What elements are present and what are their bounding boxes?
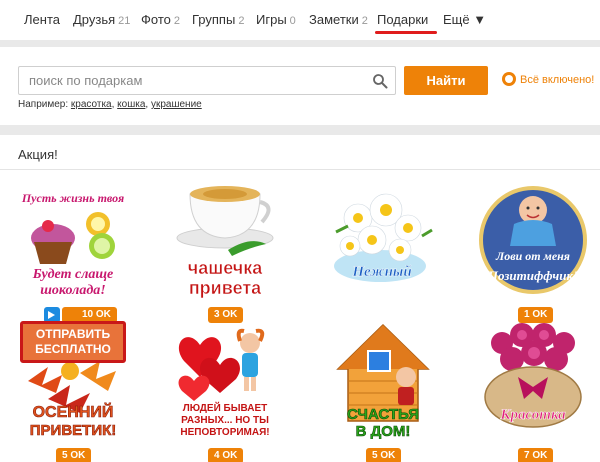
svg-text:Красотка: Красотка — [499, 407, 566, 423]
example-link[interactable]: украшение — [151, 99, 202, 110]
daisies-icon: Нежный — [334, 193, 433, 282]
svg-text:ПРИВЕТИК!: ПРИВЕТИК! — [30, 422, 117, 439]
nav-count: 2 — [173, 15, 180, 27]
example-link[interactable]: кошка — [117, 99, 145, 110]
gift-card[interactable]: Красотка 7 OK — [478, 321, 588, 462]
nav-item-feed[interactable]: Лента — [24, 12, 60, 27]
active-tab-underline — [375, 31, 437, 34]
nav-count: 21 — [118, 15, 131, 27]
price-badge: 7 OK — [518, 448, 554, 462]
gift-card[interactable]: ЛЮДЕЙ БЫВАЕТ РАЗНЫХ... НО ТЫ НЕПОВТОРИМА… — [170, 321, 280, 462]
svg-text:НЕПОВТОРИМАЯ!: НЕПОВТОРИМАЯ! — [180, 427, 269, 438]
house-icon: СЧАСТЬЯ В ДОМ! — [336, 323, 430, 439]
price-badge: 4 OK — [208, 448, 244, 462]
search-box — [18, 66, 396, 95]
svg-text:ОСЕННИЙ: ОСЕННИЙ — [33, 402, 114, 421]
price-badge: 5 OK — [366, 448, 402, 462]
nav-item-games[interactable]: Игры 0 — [256, 12, 296, 27]
baby-icon: Лови от меня Позитиффчик! — [479, 186, 587, 294]
example-link[interactable]: красотка — [71, 99, 112, 110]
top-navigation: Лента Друзья 21 Фото 2 Группы 2 Игры 0 Замет… — [0, 0, 600, 40]
svg-text:СЧАСТЬЯ: СЧАСТЬЯ — [347, 406, 419, 423]
svg-text:Лови от меня: Лови от меня — [495, 249, 570, 263]
search-examples: Например: красотка, кошка, украшение — [18, 99, 202, 110]
nav-item-more[interactable]: Ещё ▼ — [443, 12, 486, 27]
roses-icon: Красотка — [484, 323, 582, 428]
search-icon[interactable] — [372, 73, 388, 89]
gift-card[interactable]: чашечка привета 3 OK — [170, 180, 280, 323]
hearts-girl-icon: ЛЮДЕЙ БЫВАЕТ РАЗНЫХ... НО ТЫ НЕПОВТОРИМА… — [178, 328, 270, 438]
divider — [0, 169, 600, 170]
search-panel: Найти Всё включено! Например: красотка, … — [0, 47, 600, 125]
svg-text:шоколада!: шоколада! — [40, 283, 105, 298]
svg-text:В ДОМ!: В ДОМ! — [356, 423, 411, 439]
price-badge: 5 OK — [56, 448, 92, 462]
send-free-badge[interactable]: ОТПРАВИТЬ БЕСПЛАТНО — [20, 321, 126, 363]
gift-card[interactable]: СЧАСТЬЯ В ДОМ! 5 OK — [328, 321, 438, 462]
svg-text:Нежный: Нежный — [351, 264, 411, 280]
gifts-panel: Акция! Пусть жизнь твоя Будет слаще шоко… — [0, 135, 600, 462]
gift-caption-top: Пусть жизнь твоя — [21, 191, 124, 205]
nav-item-notes[interactable]: Заметки 2 — [309, 12, 368, 27]
nav-item-friends[interactable]: Друзья 21 — [73, 12, 130, 27]
svg-text:чашечка: чашечка — [188, 258, 263, 278]
nav-count: 2 — [361, 15, 368, 27]
nav-item-gifts[interactable]: Подарки — [377, 12, 428, 27]
all-included-link[interactable]: Всё включено! — [502, 72, 594, 86]
find-button[interactable]: Найти — [404, 66, 488, 95]
gift-card[interactable]: Лови от меня Позитиффчик! 1 OK — [478, 180, 588, 323]
section-title: Акция! — [18, 147, 58, 162]
svg-text:Будет слаще: Будет слаще — [32, 267, 114, 282]
cupcake-icon: Пусть жизнь твоя Будет слаще шоколада! — [21, 191, 124, 298]
tea-cup-icon: чашечка привета — [176, 186, 274, 298]
nav-count: 0 — [289, 15, 296, 27]
nav-item-groups[interactable]: Группы 2 — [192, 12, 244, 27]
svg-text:привета: привета — [189, 278, 262, 298]
search-input[interactable] — [19, 67, 364, 94]
nav-item-photos[interactable]: Фото 2 — [141, 12, 180, 27]
all-included-icon — [502, 72, 516, 86]
svg-text:Позитиффчик!: Позитиффчик! — [487, 268, 578, 283]
gift-card[interactable]: Пусть жизнь твоя Будет слаще шоколада! 1… — [18, 180, 128, 323]
gift-card[interactable]: Нежный — [328, 180, 438, 320]
nav-count: 2 — [238, 15, 245, 27]
svg-text:РАЗНЫХ... НО ТЫ: РАЗНЫХ... НО ТЫ — [181, 415, 269, 426]
svg-text:ЛЮДЕЙ БЫВАЕТ: ЛЮДЕЙ БЫВАЕТ — [183, 401, 268, 414]
